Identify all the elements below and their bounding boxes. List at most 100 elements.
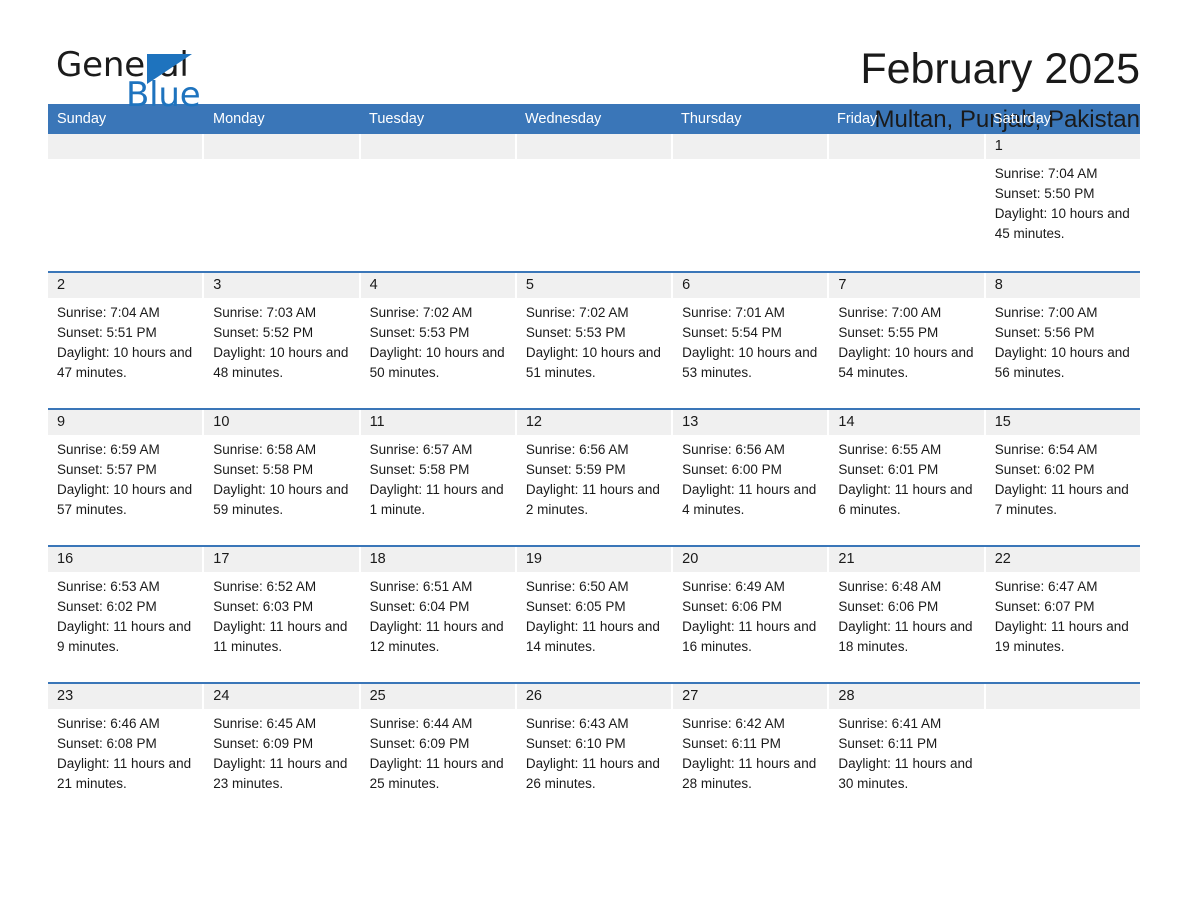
daylight-text: Daylight: 11 hours and 28 minutes. xyxy=(682,756,817,791)
sunset-text: Sunset: 5:57 PM xyxy=(57,462,157,477)
daylight-text: Daylight: 10 hours and 59 minutes. xyxy=(213,482,349,517)
daylight-text: Daylight: 11 hours and 19 minutes. xyxy=(994,619,1129,654)
sunset-text: Sunset: 5:51 PM xyxy=(57,325,157,340)
day-cell xyxy=(516,134,674,271)
day-cell[interactable]: 6 Sunrise: 7:01 AM Sunset: 5:54 PM Dayli… xyxy=(673,273,830,408)
weekday-header-tuesday: Tuesday xyxy=(369,111,425,127)
day-cell[interactable]: 2 Sunrise: 7:04 AM Sunset: 5:51 PM Dayli… xyxy=(48,273,205,408)
day-number: 22 xyxy=(985,547,1140,572)
day-cell[interactable]: 11 Sunrise: 6:57 AM Sunset: 5:58 PM Dayl… xyxy=(360,410,517,545)
day-cell[interactable]: 7 Sunrise: 7:00 AM Sunset: 5:55 PM Dayli… xyxy=(829,273,986,408)
daylight-text: Daylight: 11 hours and 1 minute. xyxy=(369,482,504,517)
sunset-text: Sunset: 5:58 PM xyxy=(213,462,314,477)
day-info: Sunrise: 6:42 AM Sunset: 6:11 PM Dayligh… xyxy=(673,709,827,794)
sunset-text: Sunset: 6:03 PM xyxy=(213,599,314,614)
daylight-text: Daylight: 11 hours and 2 minutes. xyxy=(525,482,660,517)
sunset-text: Sunset: 5:53 PM xyxy=(525,325,626,340)
day-number xyxy=(204,134,359,159)
day-cell[interactable]: 28 Sunrise: 6:41 AM Sunset: 6:11 PM Dayl… xyxy=(829,684,986,804)
day-cell[interactable]: 14 Sunrise: 6:55 AM Sunset: 6:01 PM Dayl… xyxy=(829,410,986,545)
day-info: Sunrise: 6:45 AM Sunset: 6:09 PM Dayligh… xyxy=(204,709,358,794)
sunset-text: Sunset: 5:53 PM xyxy=(369,325,470,340)
daylight-text: Daylight: 10 hours and 45 minutes. xyxy=(994,206,1130,241)
day-cell[interactable]: 16 Sunrise: 6:53 AM Sunset: 6:02 PM Dayl… xyxy=(48,547,205,682)
day-number: 21 xyxy=(829,547,984,572)
logo-text-blue: Blue xyxy=(126,75,201,115)
sunset-text: Sunset: 5:52 PM xyxy=(213,325,314,340)
day-number: 27 xyxy=(673,684,828,709)
sunrise-text: Sunrise: 6:56 AM xyxy=(525,442,629,457)
day-number: 25 xyxy=(360,684,515,709)
sunrise-text: Sunrise: 7:00 AM xyxy=(838,305,942,320)
sunrise-text: Sunrise: 7:00 AM xyxy=(994,305,1098,320)
daylight-text: Daylight: 11 hours and 23 minutes. xyxy=(213,756,348,791)
day-info: Sunrise: 7:04 AM Sunset: 5:51 PM Dayligh… xyxy=(48,298,202,383)
day-cell[interactable]: 3 Sunrise: 7:03 AM Sunset: 5:52 PM Dayli… xyxy=(204,273,361,408)
day-number: 23 xyxy=(48,684,203,709)
day-info: Sunrise: 6:55 AM Sunset: 6:01 PM Dayligh… xyxy=(829,435,983,520)
day-number: 10 xyxy=(204,410,359,435)
daylight-text: Daylight: 10 hours and 48 minutes. xyxy=(213,345,349,380)
day-cell[interactable]: 22 Sunrise: 6:47 AM Sunset: 6:07 PM Dayl… xyxy=(985,547,1140,682)
week-row: 23 Sunrise: 6:46 AM Sunset: 6:08 PM Dayl… xyxy=(48,682,1140,804)
day-info: Sunrise: 6:56 AM Sunset: 6:00 PM Dayligh… xyxy=(673,435,827,520)
day-cell[interactable]: 5 Sunrise: 7:02 AM Sunset: 5:53 PM Dayli… xyxy=(516,273,674,408)
sunrise-text: Sunrise: 6:45 AM xyxy=(213,716,317,731)
sunrise-text: Sunrise: 6:44 AM xyxy=(369,716,473,731)
sunrise-text: Sunrise: 6:54 AM xyxy=(994,442,1098,457)
day-cell[interactable]: 1 Sunrise: 7:04 AM Sunset: 5:50 PM Dayli… xyxy=(985,134,1140,271)
daylight-text: Daylight: 11 hours and 11 minutes. xyxy=(213,619,348,654)
day-cell[interactable]: 17 Sunrise: 6:52 AM Sunset: 6:03 PM Dayl… xyxy=(204,547,361,682)
daylight-text: Daylight: 11 hours and 6 minutes. xyxy=(838,482,973,517)
day-number: 3 xyxy=(204,273,359,298)
day-cell[interactable]: 21 Sunrise: 6:48 AM Sunset: 6:06 PM Dayl… xyxy=(829,547,986,682)
day-cell[interactable]: 23 Sunrise: 6:46 AM Sunset: 6:08 PM Dayl… xyxy=(48,684,205,804)
sunrise-text: Sunrise: 7:04 AM xyxy=(994,166,1098,181)
day-number xyxy=(985,684,1140,709)
day-cell[interactable]: 26 Sunrise: 6:43 AM Sunset: 6:10 PM Dayl… xyxy=(516,684,674,804)
weekday-header-saturday: Saturday xyxy=(993,111,1052,127)
day-cell[interactable]: 12 Sunrise: 6:56 AM Sunset: 5:59 PM Dayl… xyxy=(516,410,674,545)
sunset-text: Sunset: 6:09 PM xyxy=(369,736,470,751)
calendar-table: Sunday Monday Tuesday Wednesday Thursday… xyxy=(48,104,1140,804)
day-number: 7 xyxy=(829,273,984,298)
sunrise-text: Sunrise: 6:46 AM xyxy=(57,716,160,731)
daylight-text: Daylight: 10 hours and 57 minutes. xyxy=(57,482,193,517)
sunrise-text: Sunrise: 7:01 AM xyxy=(682,305,785,320)
day-cell[interactable]: 8 Sunrise: 7:00 AM Sunset: 5:56 PM Dayli… xyxy=(985,273,1140,408)
day-number: 6 xyxy=(673,273,828,298)
day-number: 19 xyxy=(516,547,672,572)
day-info: Sunrise: 6:53 AM Sunset: 6:02 PM Dayligh… xyxy=(48,572,202,657)
day-cell[interactable]: 4 Sunrise: 7:02 AM Sunset: 5:53 PM Dayli… xyxy=(360,273,517,408)
day-cell[interactable]: 25 Sunrise: 6:44 AM Sunset: 6:09 PM Dayl… xyxy=(360,684,517,804)
weekday-header-friday: Friday xyxy=(837,111,878,127)
day-number: 2 xyxy=(48,273,203,298)
day-number: 17 xyxy=(204,547,359,572)
day-info: Sunrise: 7:01 AM Sunset: 5:54 PM Dayligh… xyxy=(673,298,827,383)
day-info: Sunrise: 6:50 AM Sunset: 6:05 PM Dayligh… xyxy=(517,572,671,657)
day-number: 20 xyxy=(673,547,828,572)
day-cell[interactable]: 13 Sunrise: 6:56 AM Sunset: 6:00 PM Dayl… xyxy=(673,410,830,545)
day-cell xyxy=(829,134,986,271)
day-info: Sunrise: 6:49 AM Sunset: 6:06 PM Dayligh… xyxy=(673,572,827,657)
day-info: Sunrise: 7:03 AM Sunset: 5:52 PM Dayligh… xyxy=(204,298,358,383)
sunset-text: Sunset: 5:55 PM xyxy=(838,325,939,340)
day-cell[interactable]: 24 Sunrise: 6:45 AM Sunset: 6:09 PM Dayl… xyxy=(204,684,361,804)
sunset-text: Sunset: 6:06 PM xyxy=(682,599,782,614)
sunrise-text: Sunrise: 6:43 AM xyxy=(525,716,629,731)
day-cell[interactable]: 19 Sunrise: 6:50 AM Sunset: 6:05 PM Dayl… xyxy=(516,547,674,682)
day-info: Sunrise: 6:56 AM Sunset: 5:59 PM Dayligh… xyxy=(517,435,671,520)
day-cell[interactable]: 10 Sunrise: 6:58 AM Sunset: 5:58 PM Dayl… xyxy=(204,410,361,545)
daylight-text: Daylight: 11 hours and 7 minutes. xyxy=(994,482,1129,517)
day-cell[interactable]: 27 Sunrise: 6:42 AM Sunset: 6:11 PM Dayl… xyxy=(673,684,830,804)
day-info: Sunrise: 6:51 AM Sunset: 6:04 PM Dayligh… xyxy=(361,572,515,657)
day-cell[interactable]: 9 Sunrise: 6:59 AM Sunset: 5:57 PM Dayli… xyxy=(48,410,205,545)
day-cell[interactable]: 20 Sunrise: 6:49 AM Sunset: 6:06 PM Dayl… xyxy=(673,547,830,682)
day-number: 16 xyxy=(48,547,203,572)
day-cell[interactable]: 18 Sunrise: 6:51 AM Sunset: 6:04 PM Dayl… xyxy=(360,547,517,682)
week-row: 16 Sunrise: 6:53 AM Sunset: 6:02 PM Dayl… xyxy=(48,545,1140,682)
day-info: Sunrise: 6:58 AM Sunset: 5:58 PM Dayligh… xyxy=(204,435,358,520)
sunset-text: Sunset: 6:05 PM xyxy=(525,599,626,614)
day-cell[interactable]: 15 Sunrise: 6:54 AM Sunset: 6:02 PM Dayl… xyxy=(985,410,1140,545)
daylight-text: Daylight: 10 hours and 56 minutes. xyxy=(994,345,1130,380)
